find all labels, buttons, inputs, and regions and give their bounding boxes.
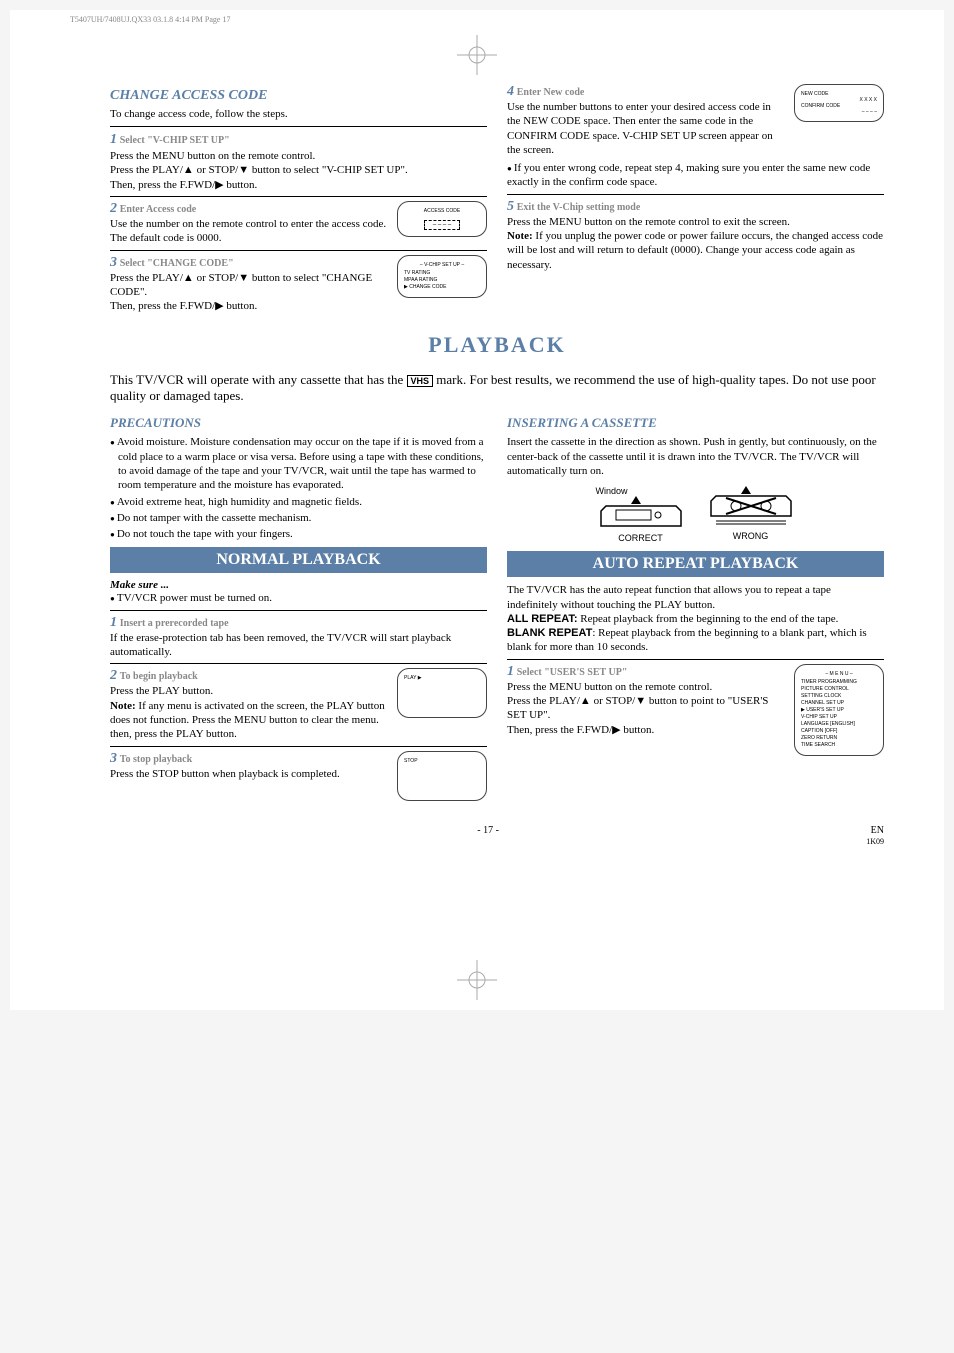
change-access-title: CHANGE ACCESS CODE [110, 88, 487, 104]
step-2-num: 2 [110, 201, 117, 216]
step-4-bullet: If you enter wrong code, repeat step 4, … [507, 161, 884, 190]
step-2-body: Use the number on the remote control to … [110, 217, 389, 246]
np-step-1-num: 1 [110, 615, 117, 630]
step-4-num: 4 [507, 84, 514, 99]
step-3-title: Select "CHANGE CODE" [120, 258, 234, 269]
cassette-correct-icon [596, 496, 686, 531]
make-sure-label: Make sure ... [110, 579, 487, 591]
np-step-3-num: 3 [110, 751, 117, 766]
precautions-title: PRECAUTIONS [110, 415, 487, 431]
playback-banner: PLAYBACK [110, 328, 884, 362]
step-5-num: 5 [507, 199, 514, 214]
np-step-2-num: 2 [110, 668, 117, 683]
inserting-title: INSERTING A CASSETTE [507, 415, 884, 431]
np-step-2-title: To begin playback [120, 671, 198, 682]
inserting-body: Insert the cassette in the direction as … [507, 435, 884, 478]
ar-step-1-num: 1 [507, 664, 514, 679]
np-step-3-title: To stop playback [120, 754, 192, 765]
file-header: T5407UH/7408UJ.QX33 03.1.8 4:14 PM Page … [70, 15, 230, 24]
step-3-body: Press the PLAY/▲ or STOP/▼ button to sel… [110, 271, 389, 314]
precautions-list: Avoid moisture. Moisture condensation ma… [110, 435, 487, 541]
step-1-title: Select "V-CHIP SET UP" [120, 135, 230, 146]
step-4-body: Use the number buttons to enter your des… [507, 100, 786, 157]
auto-repeat-banner: AUTO REPEAT PLAYBACK [507, 551, 884, 577]
divider [110, 126, 487, 127]
change-intro: To change access code, follow the steps. [110, 108, 487, 120]
np-step-2-note: Note: If any menu is activated on the sc… [110, 699, 389, 742]
osd-vchip-setup: – V-CHIP SET UP – TV RATING MPAA RATING … [397, 255, 487, 298]
vhs-mark: VHS [407, 375, 434, 387]
playback-intro: This TV/VCR will operate with any casset… [110, 372, 884, 406]
osd-play: PLAY ▶ [397, 668, 487, 718]
step-4-title: Enter New code [517, 87, 585, 98]
osd-stop: STOP [397, 751, 487, 801]
page-footer: - 17 - EN1K09 [110, 825, 884, 847]
page: T5407UH/7408UJ.QX33 03.1.8 4:14 PM Page … [10, 10, 944, 1010]
step-1-num: 1 [110, 132, 117, 147]
np-step-1-body: If the erase-protection tab has been rem… [110, 631, 487, 660]
ar-step-1-body: Press the MENU button on the remote cont… [507, 680, 786, 737]
np-step-1-title: Insert a prerecorded tape [120, 618, 229, 629]
all-repeat: ALL REPEAT: Repeat playback from the beg… [507, 612, 884, 626]
bottom-crop-mark [457, 960, 497, 1000]
step-3-num: 3 [110, 255, 117, 270]
osd-new-code: NEW CODE X X X X CONFIRM CODE – – – – [794, 84, 884, 122]
osd-menu: – M E N U – TIMER PROGRAMMING PICTURE CO… [794, 664, 884, 756]
page-number: - 17 - [477, 825, 499, 847]
np-step-2-body: Press the PLAY button. [110, 684, 389, 698]
step-2-title: Enter Access code [120, 204, 196, 215]
step-5-body: Press the MENU button on the remote cont… [507, 215, 884, 229]
step-5-note: Note: If you unplug the power code or po… [507, 229, 884, 272]
auto-intro: The TV/VCR has the auto repeat function … [507, 583, 884, 612]
step-5-title: Exit the V-Chip setting mode [517, 202, 641, 213]
top-crop-mark [457, 35, 497, 75]
np-step-3-body: Press the STOP button when playback is c… [110, 767, 389, 781]
osd-access-code: ACCESS CODE – – – – [397, 201, 487, 237]
normal-playback-banner: NORMAL PLAYBACK [110, 547, 487, 573]
blank-repeat: BLANK REPEAT: Repeat playback from the b… [507, 626, 884, 655]
cassette-diagram: Window CORRECT WRONG [507, 486, 884, 543]
ar-step-1-title: Select "USER'S SET UP" [517, 667, 628, 678]
power-note: TV/VCR power must be turned on. [110, 591, 487, 605]
step-1-body: Press the MENU button on the remote cont… [110, 149, 487, 192]
cassette-wrong-icon [706, 486, 796, 529]
